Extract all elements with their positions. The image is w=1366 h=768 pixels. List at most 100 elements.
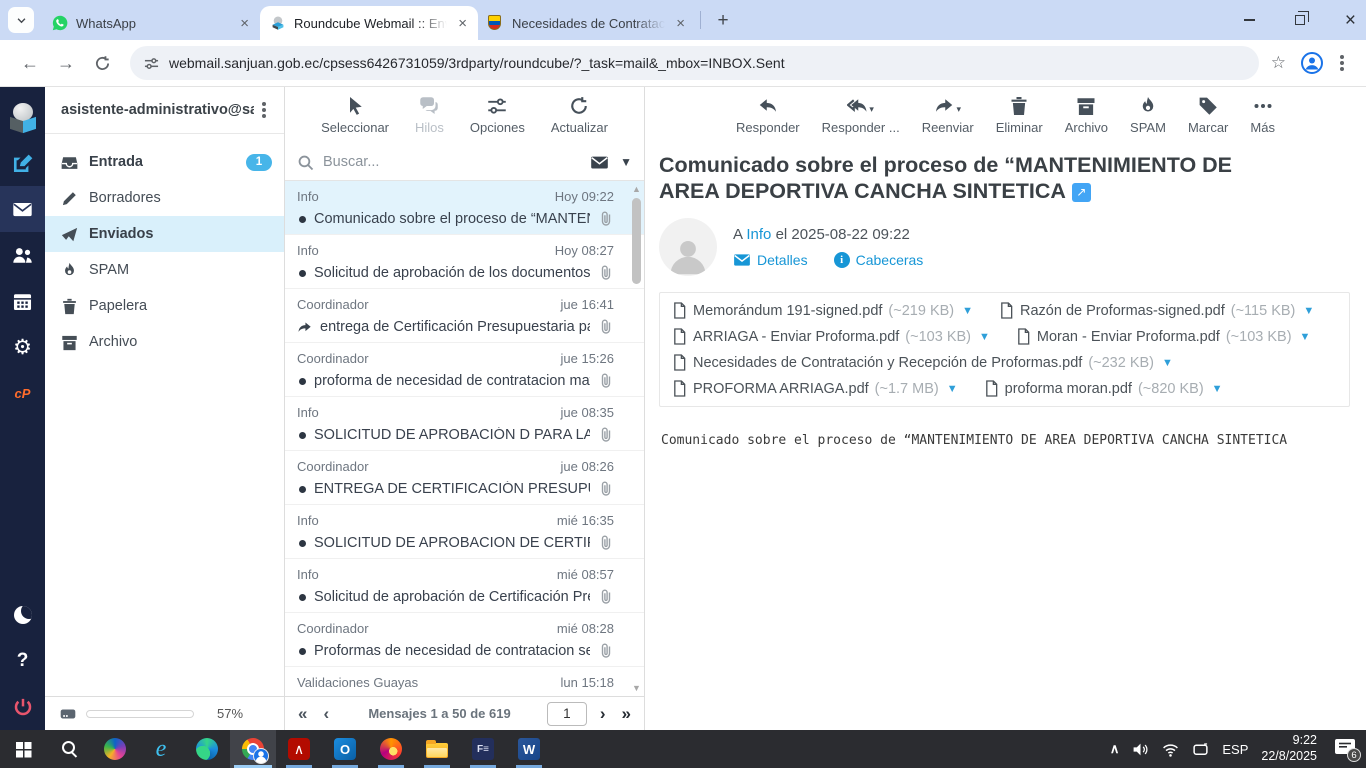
details-link[interactable]: Detalles (733, 251, 808, 269)
attachment-item[interactable]: Memorándum 191-signed.pdf (~219 KB) ▼ (672, 302, 973, 320)
message-row[interactable]: Validaciones Guayas lun 15:18 (285, 667, 644, 696)
browser-tab[interactable]: Roundcube Webmail :: Enviados × (260, 6, 478, 40)
folder-item[interactable]: SPAM (45, 252, 284, 288)
reload-button[interactable] (86, 47, 118, 79)
message-toolbar-button[interactable]: Más (1250, 96, 1275, 135)
attachment-item[interactable]: PROFORMA ARRIAGA.pdf (~1.7 MB) ▼ (672, 380, 958, 398)
settings-nav-button[interactable]: ⚙ (0, 324, 45, 370)
list-toolbar-button[interactable]: Actualizar (551, 96, 608, 135)
open-in-new-window-icon[interactable]: ↗ (1071, 183, 1091, 203)
account-menu-icon[interactable] (262, 107, 266, 112)
attachment-menu-caret-icon[interactable]: ▼ (1162, 357, 1173, 369)
cpanel-button[interactable]: cP (0, 370, 45, 416)
tab-close-icon[interactable]: × (455, 15, 470, 32)
first-page-button[interactable]: « (295, 704, 310, 724)
last-page-button[interactable]: » (619, 704, 634, 724)
message-row[interactable]: Coordinador jue 08:26 ENTREGA DE CERTIFI… (285, 451, 644, 505)
taskbar-app[interactable] (506, 730, 552, 768)
new-tab-button[interactable]: + (709, 7, 737, 35)
attachment-name[interactable]: Memorándum 191-signed.pdf (693, 303, 882, 319)
tab-close-icon[interactable]: × (237, 15, 252, 32)
message-row[interactable]: Info Hoy 09:22 Comunicado sobre el proce… (285, 181, 644, 235)
attachment-menu-caret-icon[interactable]: ▼ (947, 383, 958, 395)
message-row[interactable]: Info mié 16:35 SOLICITUD DE APROBACION D… (285, 505, 644, 559)
attachment-name[interactable]: Moran - Enviar Proforma.pdf (1037, 329, 1220, 345)
attachment-name[interactable]: proforma moran.pdf (1005, 381, 1132, 397)
message-row[interactable]: Info mié 08:57 Solicitud de aprobación d… (285, 559, 644, 613)
mail-nav-button[interactable] (0, 186, 45, 232)
taskbar-app[interactable] (138, 730, 184, 768)
attachment-name[interactable]: Necesidades de Contratación y Recepción … (693, 355, 1082, 371)
wifi-icon[interactable] (1162, 741, 1179, 758)
attachment-item[interactable]: Moran - Enviar Proforma.pdf (~103 KB) ▼ (1016, 328, 1311, 346)
taskbar-app[interactable] (368, 730, 414, 768)
tab-search-button[interactable] (8, 7, 34, 33)
attachment-menu-caret-icon[interactable]: ▼ (979, 331, 990, 343)
logout-button[interactable] (0, 684, 45, 730)
recipient-link[interactable]: Info (746, 226, 771, 243)
taskbar-app[interactable] (414, 730, 460, 768)
attachment-item[interactable]: ARRIAGA - Enviar Proforma.pdf (~103 KB) … (672, 328, 990, 346)
scroll-up-icon[interactable]: ▲ (632, 183, 641, 195)
volume-icon[interactable] (1132, 741, 1149, 758)
help-button[interactable]: ? (0, 638, 45, 684)
message-toolbar-button[interactable]: ▾ Responder ... (822, 96, 900, 135)
folder-item[interactable]: Enviados (45, 216, 284, 252)
window-restore-icon[interactable] (1294, 11, 1309, 25)
browser-tab[interactable]: WhatsApp × (42, 6, 260, 40)
folder-item[interactable]: Archivo (45, 324, 284, 360)
message-toolbar-button[interactable]: Archivo (1065, 96, 1108, 135)
attachment-menu-caret-icon[interactable]: ▼ (962, 305, 973, 317)
folder-item[interactable]: Entrada 1 (45, 144, 284, 180)
folder-item[interactable]: Borradores (45, 180, 284, 216)
message-toolbar-button[interactable]: ▾ Reenviar (922, 96, 974, 135)
browser-tab[interactable]: Necesidades de Contratación y × (478, 6, 696, 40)
attachment-menu-caret-icon[interactable]: ▼ (1303, 305, 1314, 317)
taskbar-app[interactable] (92, 730, 138, 768)
dropdown-caret-icon[interactable]: ▾ (869, 104, 874, 115)
attachment-item[interactable]: proforma moran.pdf (~820 KB) ▼ (984, 380, 1223, 398)
clock[interactable]: 9:22 22/8/2025 (1261, 733, 1317, 764)
tab-close-icon[interactable]: × (673, 15, 688, 32)
dark-mode-button[interactable] (0, 592, 45, 638)
next-page-button[interactable]: › (597, 704, 609, 724)
calendar-nav-button[interactable] (0, 278, 45, 324)
taskbar-app[interactable] (322, 730, 368, 768)
bookmark-star-icon[interactable]: ☆ (1271, 53, 1286, 73)
attachment-item[interactable]: Necesidades de Contratación y Recepción … (672, 354, 1173, 372)
browser-menu-icon[interactable] (1340, 61, 1344, 65)
attachment-name[interactable]: Razón de Proformas-signed.pdf (1020, 303, 1225, 319)
taskbar-app[interactable] (0, 730, 46, 768)
prev-page-button[interactable]: ‹ (320, 704, 332, 724)
notification-center-icon[interactable]: 6 (1334, 738, 1361, 762)
message-toolbar-button[interactable]: Eliminar (996, 96, 1043, 135)
message-toolbar-button[interactable]: SPAM (1130, 96, 1166, 135)
forward-button[interactable]: → (50, 47, 82, 79)
contacts-nav-button[interactable] (0, 232, 45, 278)
list-scrollbar[interactable]: ▲ ▼ (630, 183, 643, 694)
window-close-icon[interactable]: × (1345, 11, 1356, 30)
attachment-menu-caret-icon[interactable]: ▼ (1300, 331, 1311, 343)
scroll-down-icon[interactable]: ▼ (632, 682, 641, 694)
meet-now-icon[interactable] (1192, 741, 1209, 758)
tray-expand-icon[interactable]: ∧ (1110, 741, 1120, 757)
folder-item[interactable]: Papelera (45, 288, 284, 324)
message-row[interactable]: Coordinador jue 16:41 entrega de Certifi… (285, 289, 644, 343)
profile-avatar-icon[interactable] (1300, 51, 1324, 75)
message-row[interactable]: Info jue 08:35 SOLICITUD DE APROBACIÓN D… (285, 397, 644, 451)
window-minimize-icon[interactable] (1243, 19, 1255, 21)
list-toolbar-button[interactable]: Opciones (470, 96, 525, 135)
attachment-item[interactable]: Razón de Proformas-signed.pdf (~115 KB) … (999, 302, 1314, 320)
attachment-name[interactable]: PROFORMA ARRIAGA.pdf (693, 381, 869, 397)
message-row[interactable]: Info Hoy 08:27 Solicitud de aprobación d… (285, 235, 644, 289)
message-toolbar-button[interactable]: Responder (736, 96, 800, 135)
attachment-name[interactable]: ARRIAGA - Enviar Proforma.pdf (693, 329, 899, 345)
compose-button[interactable] (0, 140, 45, 186)
headers-link[interactable]: i Cabeceras (833, 251, 923, 268)
search-options-chevron-icon[interactable]: ▼ (620, 155, 632, 169)
language-indicator[interactable]: ESP (1222, 742, 1248, 757)
list-toolbar-button[interactable]: Seleccionar (321, 96, 389, 135)
message-row[interactable]: Coordinador jue 15:26 proforma de necesi… (285, 343, 644, 397)
taskbar-app[interactable] (276, 730, 322, 768)
taskbar-app[interactable] (46, 730, 92, 768)
